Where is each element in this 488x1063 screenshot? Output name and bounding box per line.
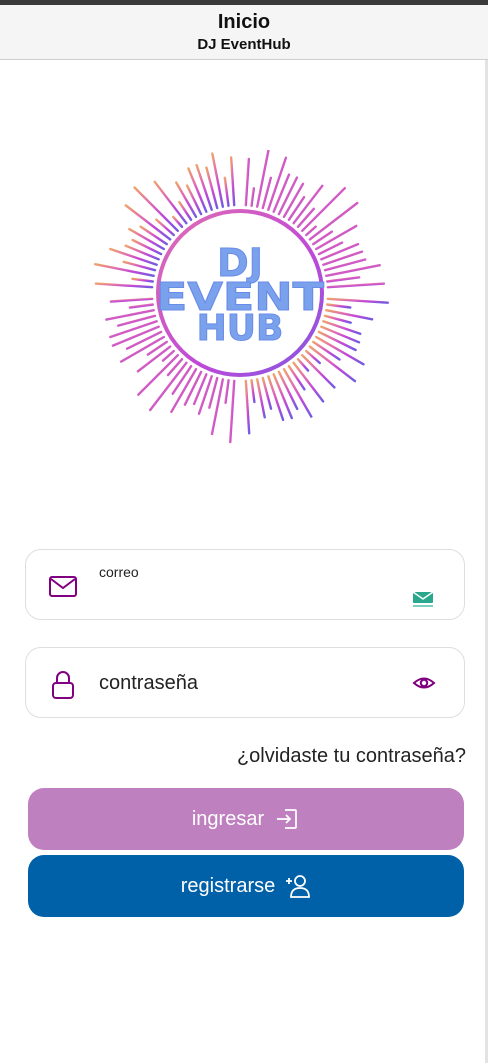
sound-wave-ray <box>304 225 317 237</box>
sound-wave-ray <box>326 282 386 289</box>
sound-wave-ray <box>300 353 336 389</box>
register-button-label: registrarse <box>180 874 276 897</box>
temp-mail-icon[interactable] <box>412 590 434 608</box>
login-icon <box>277 809 298 829</box>
sound-wave-ray <box>323 314 352 324</box>
sound-wave-ray <box>109 297 154 303</box>
sound-wave-ray <box>320 242 360 261</box>
sound-wave-ray <box>155 218 176 237</box>
sound-wave-ray <box>94 282 154 289</box>
email-field[interactable]: correo <box>25 549 465 620</box>
add-user-icon <box>286 875 311 898</box>
sound-wave-ray <box>229 156 236 207</box>
sound-wave-ray <box>322 320 362 336</box>
sound-wave-ray <box>228 379 236 444</box>
password-placeholder: contraseña <box>99 672 198 694</box>
login-button-label: ingresar <box>191 807 265 830</box>
logo-text-hub: HUB <box>197 308 284 349</box>
sound-wave-ray <box>124 244 160 261</box>
sound-wave-ray <box>139 225 169 246</box>
sound-wave-ray <box>287 195 306 222</box>
sound-wave-ray <box>185 184 203 216</box>
register-button[interactable]: registrarse <box>28 855 464 917</box>
sound-wave-ray <box>311 340 341 361</box>
sound-wave-ray <box>224 378 230 405</box>
sound-wave-ray <box>93 262 155 278</box>
sound-wave-ray <box>133 186 180 233</box>
sound-wave-ray <box>244 157 251 207</box>
sound-wave-ray <box>267 375 285 422</box>
sound-wave-ray <box>326 297 389 304</box>
sound-wave-ray <box>131 238 163 256</box>
sound-wave-ray <box>153 180 188 225</box>
password-field[interactable]: contraseña <box>25 647 465 718</box>
sound-wave-ray <box>171 215 184 229</box>
sound-wave-ray <box>128 303 155 309</box>
sound-wave-ray <box>244 379 251 435</box>
sound-wave-ray <box>296 207 316 229</box>
sound-wave-ray <box>137 353 180 396</box>
email-label: correo <box>99 564 139 580</box>
page-subtitle: DJ EventHub <box>197 36 291 53</box>
sound-wave-ray <box>287 364 306 391</box>
sound-wave-ray <box>300 187 346 233</box>
sound-wave-ray <box>195 163 213 211</box>
eye-icon[interactable] <box>412 673 436 693</box>
sound-wave-ray <box>308 345 357 383</box>
sound-wave-ray <box>124 204 172 241</box>
sound-wave-ray <box>325 276 361 283</box>
sound-wave-ray <box>255 150 270 208</box>
login-button[interactable]: ingresar <box>28 788 464 850</box>
app-header: Inicio DJ EventHub <box>0 5 488 60</box>
sound-wave-ray <box>308 201 359 241</box>
sound-wave-ray <box>320 325 361 344</box>
page-title: Inicio <box>217 11 271 33</box>
mail-icon <box>49 576 77 597</box>
sound-wave-ray <box>223 176 230 207</box>
sound-wave-ray <box>272 173 291 213</box>
sound-wave-ray <box>149 361 188 412</box>
app-logo: DJ EVENT HUB <box>93 150 389 444</box>
sound-wave-ray <box>183 370 203 406</box>
lock-icon <box>52 671 74 699</box>
sound-wave-ray <box>250 187 256 207</box>
forgot-password-link[interactable]: ¿olvidaste tu contraseña? <box>237 745 466 768</box>
sound-wave-ray <box>325 303 352 309</box>
sound-wave-ray <box>250 378 256 404</box>
sound-wave-ray <box>131 277 155 283</box>
